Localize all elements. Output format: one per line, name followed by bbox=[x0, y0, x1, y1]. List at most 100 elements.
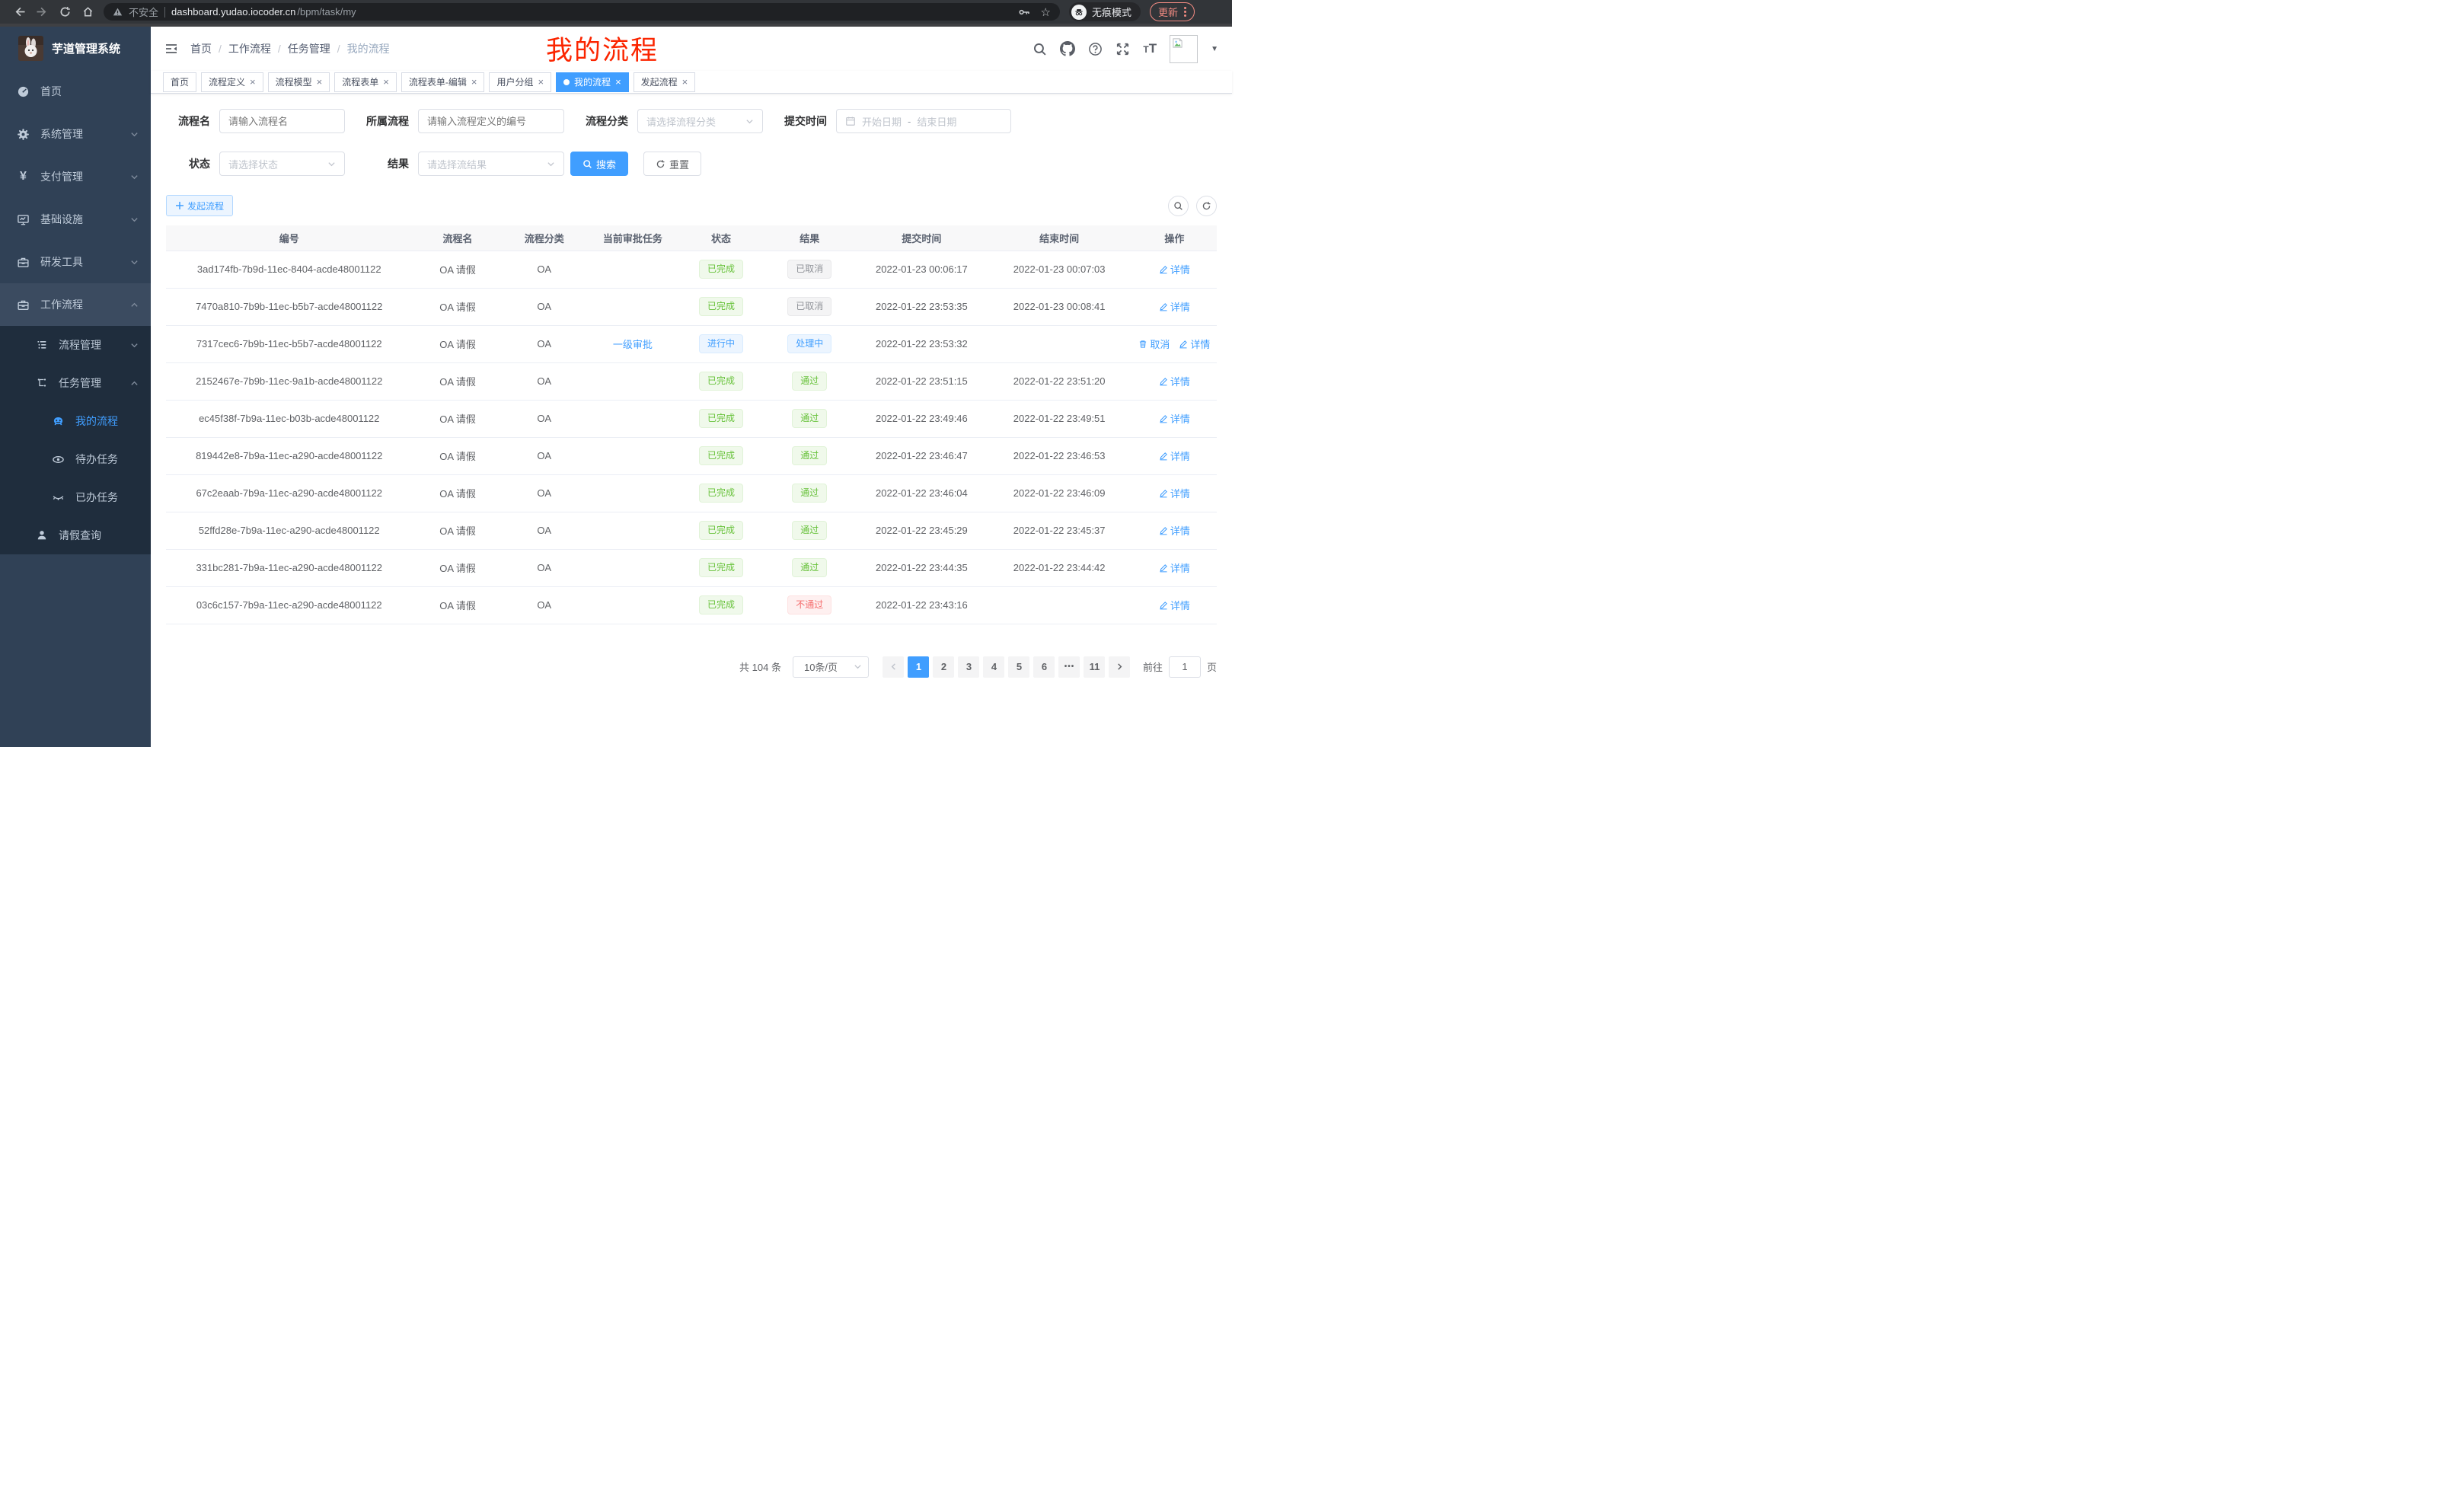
close-icon[interactable]: × bbox=[383, 76, 389, 88]
table-row: 331bc281-7b9a-11ec-a290-acde48001122 OA … bbox=[166, 549, 1217, 586]
page-button-1[interactable]: 1 bbox=[908, 656, 929, 678]
page-button-3[interactable]: 3 bbox=[958, 656, 979, 678]
tab-process-form[interactable]: 流程表单× bbox=[334, 72, 397, 92]
incognito-badge: 无痕模式 bbox=[1069, 2, 1141, 21]
detail-link[interactable]: 详情 bbox=[1159, 560, 1190, 575]
sidebar-item-todo-tasks[interactable]: 待办任务 bbox=[0, 440, 151, 478]
annotation-overlay: 我的流程 bbox=[546, 29, 659, 68]
pagination-total: 共 104 条 bbox=[739, 659, 781, 674]
tab-my-process[interactable]: 我的流程× bbox=[556, 72, 629, 92]
sidebar-item-workflow[interactable]: 工作流程 bbox=[0, 283, 151, 326]
browser-menu-icon[interactable] bbox=[1184, 7, 1186, 17]
tab-start-process[interactable]: 发起流程× bbox=[634, 72, 696, 92]
detail-link[interactable]: 详情 bbox=[1159, 486, 1190, 500]
search-button[interactable]: 搜索 bbox=[570, 152, 628, 176]
close-icon[interactable]: × bbox=[250, 76, 256, 88]
sidebar-item-home[interactable]: 首页 bbox=[0, 70, 151, 113]
detail-link[interactable]: 详情 bbox=[1159, 411, 1190, 426]
tab-user-group[interactable]: 用户分组× bbox=[489, 72, 551, 92]
page-button-6[interactable]: 6 bbox=[1033, 656, 1055, 678]
sidebar-item-leave-query[interactable]: 请假查询 bbox=[0, 516, 151, 554]
table-row: 7470a810-7b9b-11ec-b5b7-acde48001122 OA … bbox=[166, 288, 1217, 325]
back-icon[interactable] bbox=[8, 2, 30, 22]
fullscreen-icon[interactable] bbox=[1116, 42, 1130, 56]
close-icon[interactable]: × bbox=[538, 76, 544, 88]
table-refresh-icon[interactable] bbox=[1196, 196, 1217, 216]
update-button[interactable]: 更新 bbox=[1150, 2, 1195, 21]
url-bar[interactable]: 不安全 dashboard.yudao.iocoder.cn /bpm/task… bbox=[104, 3, 1060, 21]
tab-home[interactable]: 首页 bbox=[163, 72, 196, 92]
table-row: 52ffd28e-7b9a-11ec-a290-acde48001122 OA … bbox=[166, 512, 1217, 549]
detail-link[interactable]: 详情 bbox=[1159, 598, 1190, 612]
close-icon[interactable]: × bbox=[471, 76, 477, 88]
home-icon[interactable] bbox=[76, 2, 99, 22]
sidebar-collapse-icon[interactable] bbox=[164, 42, 178, 56]
goto-page-input[interactable] bbox=[1169, 656, 1201, 678]
sidebar-item-done-tasks[interactable]: 已办任务 bbox=[0, 478, 151, 516]
chevron-down-icon bbox=[745, 117, 754, 126]
tab-process-form-edit[interactable]: 流程表单-编辑× bbox=[401, 72, 485, 92]
status-select[interactable]: 请选择状态 bbox=[219, 152, 345, 176]
category-select[interactable]: 请选择流程分类 bbox=[637, 109, 763, 133]
filter-row-1: 流程名 所属流程 流程分类 请选择流程分类 提交时间 bbox=[166, 109, 1217, 133]
next-page-button[interactable] bbox=[1109, 656, 1130, 678]
detail-link[interactable]: 详情 bbox=[1179, 337, 1210, 351]
incognito-label: 无痕模式 bbox=[1092, 5, 1131, 19]
font-size-icon[interactable]: TT bbox=[1143, 41, 1157, 56]
content: 流程名 所属流程 流程分类 请选择流程分类 提交时间 bbox=[151, 94, 1232, 747]
sidebar-item-task-mgmt[interactable]: 任务管理 bbox=[0, 364, 151, 402]
sidebar-item-payment[interactable]: ¥ 支付管理 bbox=[0, 155, 151, 198]
date-range-input[interactable]: 开始日期 - 结束日期 bbox=[836, 109, 1011, 133]
sidebar-item-infra[interactable]: 基础设施 bbox=[0, 198, 151, 241]
key-icon[interactable] bbox=[1018, 6, 1030, 18]
detail-link[interactable]: 详情 bbox=[1159, 299, 1190, 314]
tab-process-definition[interactable]: 流程定义× bbox=[201, 72, 263, 92]
page-button-4[interactable]: 4 bbox=[983, 656, 1004, 678]
process-def-input[interactable] bbox=[418, 109, 564, 133]
page-button-2[interactable]: 2 bbox=[933, 656, 954, 678]
detail-link[interactable]: 详情 bbox=[1159, 262, 1190, 276]
tabs-bar: 首页 流程定义× 流程模型× 流程表单× 流程表单-编辑× 用户分组× 我的流程… bbox=[151, 71, 1232, 94]
detail-link[interactable]: 详情 bbox=[1159, 523, 1190, 538]
detail-link[interactable]: 详情 bbox=[1159, 374, 1190, 388]
page-button-11[interactable]: 11 bbox=[1084, 656, 1105, 678]
sidebar-item-devtools[interactable]: 研发工具 bbox=[0, 241, 151, 283]
def-label: 所属流程 bbox=[365, 113, 409, 129]
page-more-button[interactable]: ••• bbox=[1058, 656, 1080, 678]
search-icon[interactable] bbox=[1033, 42, 1047, 56]
result-select[interactable]: 请选择流结果 bbox=[418, 152, 564, 176]
eye-open-icon bbox=[51, 453, 65, 466]
reset-button[interactable]: 重置 bbox=[643, 152, 701, 176]
github-icon[interactable] bbox=[1060, 41, 1075, 56]
page-size-select[interactable]: 10条/页 bbox=[793, 656, 869, 678]
help-icon[interactable] bbox=[1088, 42, 1103, 56]
sidebar-item-my-process[interactable]: 我的流程 bbox=[0, 402, 151, 440]
detail-link[interactable]: 详情 bbox=[1159, 449, 1190, 463]
close-icon[interactable]: × bbox=[317, 76, 323, 88]
bookmark-star-icon[interactable]: ☆ bbox=[1041, 5, 1051, 19]
current-task-link[interactable]: 一级审批 bbox=[613, 339, 653, 350]
forward-icon[interactable] bbox=[30, 2, 53, 22]
table-search-icon[interactable] bbox=[1168, 196, 1189, 216]
close-icon[interactable]: × bbox=[682, 76, 688, 88]
status-badge: 已完成 bbox=[699, 558, 743, 577]
table-row: 03c6c157-7b9a-11ec-a290-acde48001122 OA … bbox=[166, 586, 1217, 624]
breadcrumb-task-mgmt[interactable]: 任务管理 bbox=[288, 41, 330, 56]
sidebar-item-process-mgmt[interactable]: 流程管理 bbox=[0, 326, 151, 364]
page-button-5[interactable]: 5 bbox=[1008, 656, 1029, 678]
security-label[interactable]: 不安全 bbox=[129, 5, 158, 19]
sidebar-item-system[interactable]: 系统管理 bbox=[0, 113, 151, 155]
process-name-input[interactable] bbox=[219, 109, 345, 133]
chevron-down-icon[interactable]: ▼ bbox=[1211, 45, 1218, 53]
sidebar-logo[interactable]: 芋道管理系统 bbox=[0, 27, 151, 70]
reload-icon[interactable] bbox=[53, 2, 76, 22]
create-process-button[interactable]: 发起流程 bbox=[166, 195, 233, 216]
prev-page-button[interactable] bbox=[883, 656, 904, 678]
avatar[interactable] bbox=[1170, 35, 1198, 63]
breadcrumb-workflow[interactable]: 工作流程 bbox=[228, 41, 271, 56]
close-icon[interactable]: × bbox=[615, 76, 621, 88]
filter-row-2: 状态 请选择状态 结果 请选择流结果 搜索 bbox=[166, 152, 1217, 176]
cancel-link[interactable]: 取消 bbox=[1138, 337, 1170, 351]
breadcrumb-home[interactable]: 首页 bbox=[190, 41, 212, 56]
tab-process-model[interactable]: 流程模型× bbox=[268, 72, 330, 92]
